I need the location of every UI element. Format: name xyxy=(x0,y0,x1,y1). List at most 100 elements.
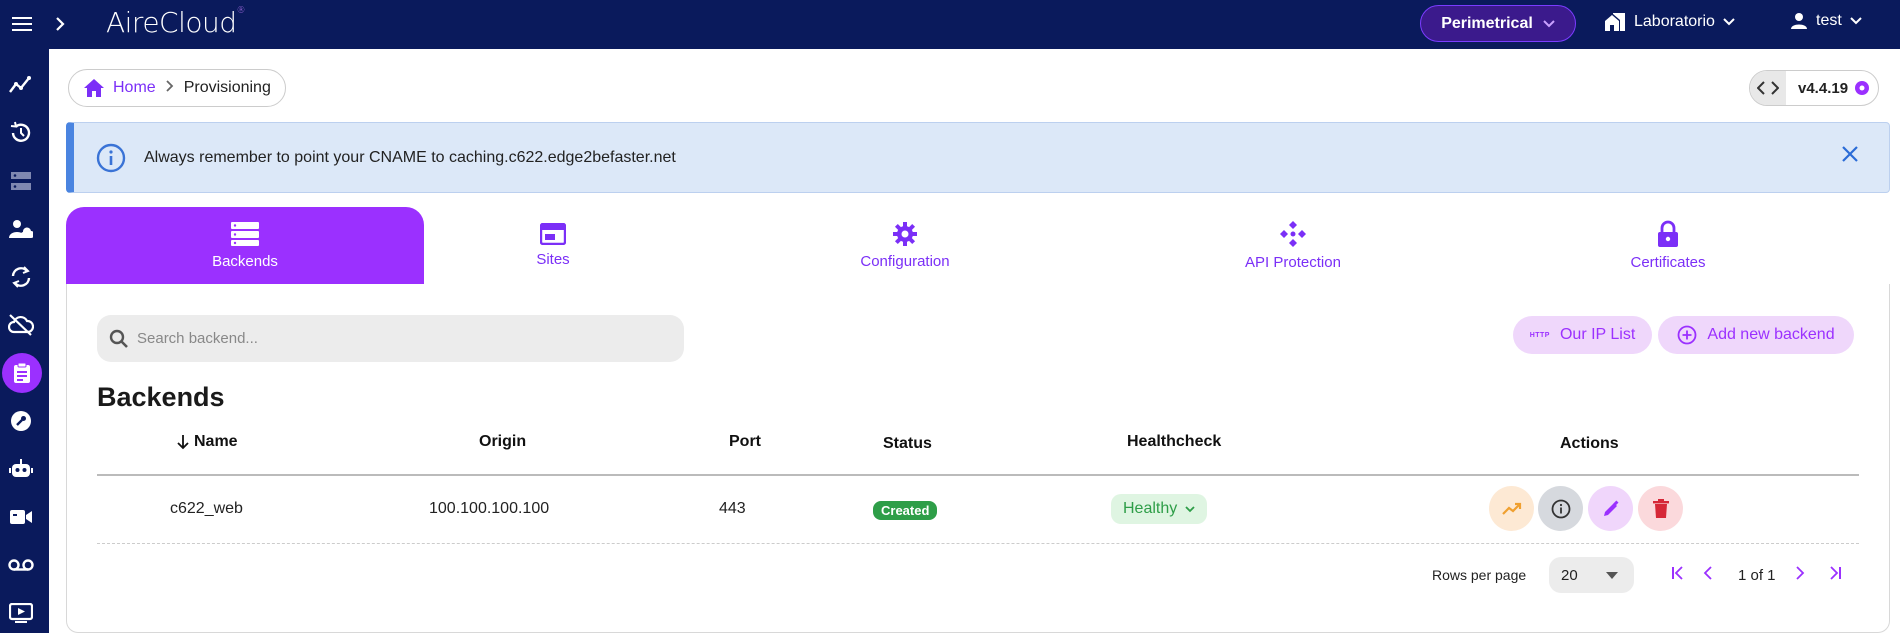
http-icon: HTTP xyxy=(1529,331,1550,339)
column-header-origin: Origin xyxy=(479,433,527,450)
sidebar-item-users-cloud[interactable] xyxy=(0,208,42,250)
wrench-icon xyxy=(11,411,31,431)
sidebar-item-servers[interactable] xyxy=(0,160,42,202)
info-button[interactable] xyxy=(1538,486,1583,531)
breadcrumb-home[interactable]: Home xyxy=(83,78,156,98)
site-label: Laboratorio xyxy=(1634,13,1715,30)
chevron-down-icon xyxy=(1723,18,1735,26)
voicemail-icon xyxy=(8,559,34,571)
users-cloud-icon xyxy=(9,220,33,239)
code-icon[interactable] xyxy=(1750,71,1786,105)
page-info: 1 of 1 xyxy=(1738,567,1776,584)
history-icon xyxy=(10,121,31,142)
sidebar-item-analytics[interactable] xyxy=(0,64,42,106)
cell-port: 443 xyxy=(719,500,746,517)
rows-per-page-select[interactable]: 20 xyxy=(1549,557,1634,593)
cloud-off-icon xyxy=(8,314,34,336)
sidebar-item-video[interactable] xyxy=(0,496,42,538)
cell-name: c622_web xyxy=(170,500,243,517)
search-icon xyxy=(109,329,128,348)
chevron-right-icon xyxy=(1796,566,1805,580)
column-header-status: Status xyxy=(883,435,932,452)
tab-api-protection[interactable]: API Protection xyxy=(1221,207,1365,284)
info-icon xyxy=(1551,499,1570,518)
add-new-backend-button[interactable]: Add new backend xyxy=(1658,316,1854,354)
top-bar: AireCloud® Perimetrical Laboratorio test xyxy=(0,0,1900,49)
first-page-button[interactable] xyxy=(1671,566,1685,585)
lock-icon xyxy=(1658,220,1678,247)
search-input[interactable] xyxy=(137,330,637,347)
cell-origin: 100.100.100.100 xyxy=(429,500,550,517)
table-header-divider xyxy=(97,474,1859,476)
video-icon xyxy=(10,510,32,524)
sidebar-item-cloud-off[interactable] xyxy=(0,304,42,346)
servers-icon xyxy=(11,172,31,190)
breadcrumb: Home Provisioning xyxy=(68,69,286,107)
healthcheck-dropdown[interactable]: Healthy xyxy=(1111,494,1208,524)
tab-sites[interactable]: Sites xyxy=(450,207,656,284)
column-header-name[interactable]: Name xyxy=(176,433,238,451)
tab-backends[interactable]: Backends xyxy=(66,207,424,284)
tab-bar: Backends Sites Configuration API Protect… xyxy=(66,207,1890,284)
sync-icon xyxy=(11,266,31,288)
analytics-icon xyxy=(9,76,31,93)
last-page-button[interactable] xyxy=(1828,566,1842,585)
rows-per-page-label: Rows per page xyxy=(1432,567,1527,583)
our-ip-list-button[interactable]: HTTP Our IP List xyxy=(1513,316,1652,354)
delete-button[interactable] xyxy=(1638,486,1683,531)
info-banner: Always remember to point your CNAME to c… xyxy=(66,122,1890,193)
clipboard-icon xyxy=(14,362,30,383)
column-header-actions: Actions xyxy=(1560,435,1619,452)
site-selector[interactable]: Laboratorio xyxy=(1604,12,1735,32)
sidebar-item-media[interactable] xyxy=(0,592,42,634)
sidebar-item-tools[interactable] xyxy=(0,400,42,442)
sidebar-item-voicemail[interactable] xyxy=(0,544,42,586)
chevron-right-icon[interactable] xyxy=(48,12,72,36)
servers-icon xyxy=(231,222,259,246)
version-badge[interactable]: v4.4.19 xyxy=(1749,70,1880,106)
robot-icon xyxy=(9,459,33,477)
sidebar-item-sync[interactable] xyxy=(0,256,42,298)
browser-window-icon xyxy=(540,223,566,245)
api-nodes-icon xyxy=(1280,221,1306,247)
gear-badge-icon xyxy=(1855,81,1870,95)
app-logo[interactable]: AireCloud® xyxy=(106,6,246,39)
tenant-selector[interactable]: Perimetrical xyxy=(1420,5,1576,42)
chevron-down-icon xyxy=(1185,505,1195,512)
close-icon[interactable] xyxy=(1841,145,1859,168)
hamburger-menu-icon[interactable] xyxy=(10,12,34,36)
breadcrumb-current: Provisioning xyxy=(183,79,271,96)
user-label: test xyxy=(1816,12,1842,29)
banner-text: Always remember to point your CNAME to c… xyxy=(144,148,676,166)
edit-button[interactable] xyxy=(1588,486,1633,531)
sidebar-item-provisioning[interactable] xyxy=(1,352,43,394)
tab-certificates[interactable]: Certificates xyxy=(1616,207,1720,284)
section-title: Backends xyxy=(97,382,225,412)
tenant-label: Perimetrical xyxy=(1441,14,1533,32)
home-icon xyxy=(84,79,104,97)
user-menu[interactable]: test xyxy=(1790,12,1862,30)
play-screen-icon xyxy=(9,603,33,623)
pencil-icon xyxy=(1603,500,1618,516)
chevron-left-icon xyxy=(1703,566,1712,580)
home-work-icon xyxy=(1605,13,1625,31)
column-header-port: Port xyxy=(729,433,761,450)
last-page-icon xyxy=(1830,566,1841,580)
info-icon xyxy=(96,143,126,172)
trash-icon xyxy=(1652,498,1669,518)
stats-button[interactable] xyxy=(1489,486,1534,531)
sidebar-item-bots[interactable] xyxy=(0,448,42,490)
search-box xyxy=(97,315,684,362)
chevron-down-icon xyxy=(1543,19,1555,27)
sidebar-item-history[interactable] xyxy=(0,112,42,154)
add-circle-icon xyxy=(1677,325,1697,345)
tab-configuration[interactable]: Configuration xyxy=(840,207,970,284)
chevron-right-icon xyxy=(166,79,174,97)
caret-down-icon xyxy=(1605,571,1618,579)
chevron-down-icon xyxy=(1850,17,1862,25)
next-page-button[interactable] xyxy=(1795,566,1805,585)
prev-page-button[interactable] xyxy=(1703,566,1713,585)
table-row-divider xyxy=(97,543,1859,544)
first-page-icon xyxy=(1672,566,1683,580)
user-icon xyxy=(1791,13,1807,29)
